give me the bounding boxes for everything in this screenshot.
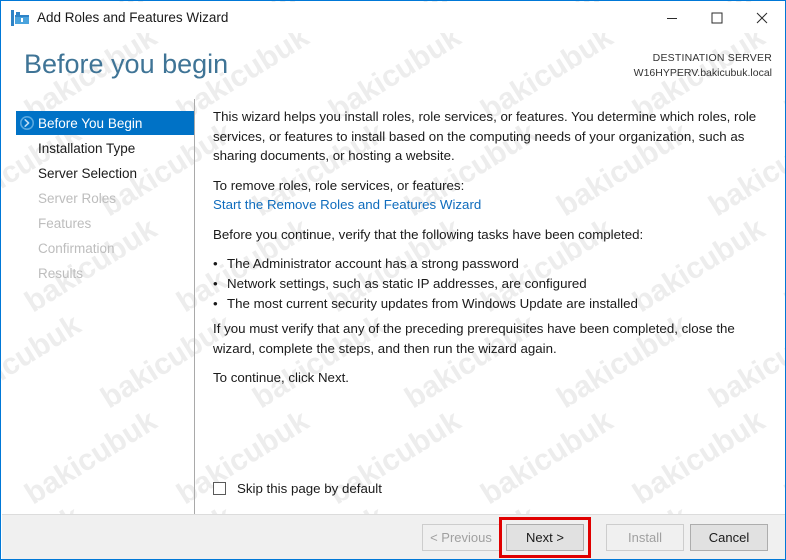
prerequisite-item: • Network settings, such as static IP add… — [213, 274, 768, 294]
verify-intro-paragraph: Before you continue, verify that the fol… — [213, 227, 644, 242]
maximize-icon — [711, 12, 722, 24]
sidebar-item-installation-type[interactable]: Installation Type — [16, 136, 194, 160]
sidebar-item-label: Confirmation — [38, 240, 115, 256]
prereq-paragraph: If you must verify that any of the prece… — [213, 321, 735, 356]
sidebar-item-label: Results — [38, 265, 84, 281]
wizard-content: This wizard helps you install roles, rol… — [195, 99, 785, 514]
bullet-icon: • — [213, 296, 218, 311]
sidebar-item-confirmation: Confirmation — [16, 236, 194, 260]
destination-server-label: DESTINATION SERVER — [652, 52, 772, 64]
prerequisite-item: • The most current security updates from … — [213, 294, 768, 314]
skip-page-row[interactable]: Skip this page by default — [213, 481, 382, 496]
window-title: Add Roles and Features Wizard — [37, 10, 229, 25]
wizard-body: Before You Begin Installation Type Server … — [2, 99, 785, 514]
sidebar-item-label: Before You Begin — [38, 115, 143, 131]
wizard-footer: < Previous Next > Install Cancel — [2, 514, 785, 559]
bullet-icon: • — [213, 256, 218, 271]
sidebar-item-label: Server Roles — [38, 190, 117, 206]
page-header: Before you begin DESTINATION SERVER W16H… — [2, 33, 785, 99]
page-title: Before you begin — [24, 49, 229, 79]
title-bar[interactable]: Add Roles and Features Wizard — [2, 2, 785, 33]
sidebar-item-label: Server Selection — [38, 165, 138, 181]
roles-features-wizard-icon — [11, 9, 30, 27]
destination-server-block: DESTINATION SERVER W16HYPERV.bakicubuk.l… — [634, 51, 772, 80]
cancel-button[interactable]: Cancel — [690, 524, 768, 551]
prerequisite-text: The most current security updates from W… — [227, 296, 638, 311]
remove-roles-wizard-link[interactable]: Start the Remove Roles and Features Wiza… — [213, 197, 481, 212]
wizard-step-nav: Before You Begin Installation Type Server … — [2, 99, 194, 514]
prerequisite-item: • The Administrator account has a strong … — [213, 254, 768, 274]
skip-page-checkbox[interactable] — [213, 482, 226, 495]
previous-button[interactable]: < Previous — [422, 524, 500, 551]
sidebar-item-label: Features — [38, 215, 92, 231]
bullet-icon: • — [213, 276, 218, 291]
sidebar-item-label: Installation Type — [38, 140, 136, 156]
prerequisite-text: The Administrator account has a strong p… — [227, 256, 519, 271]
prerequisite-list: • The Administrator account has a strong … — [213, 254, 768, 314]
sidebar-item-features: Features — [16, 211, 194, 235]
sidebar-item-server-selection[interactable]: Server Selection — [16, 161, 194, 185]
prerequisite-text: Network settings, such as static IP addr… — [227, 276, 587, 291]
intro-paragraph: This wizard helps you install roles, rol… — [213, 109, 757, 163]
close-icon — [756, 12, 767, 24]
minimize-button[interactable] — [649, 3, 694, 33]
close-button[interactable] — [739, 3, 784, 33]
install-button[interactable]: Install — [606, 524, 684, 551]
next-button[interactable]: Next > — [506, 524, 584, 551]
wizard-window: bakicubuk bakicubuk bakicubuk bakicubuk baki… — [0, 0, 786, 560]
minimize-icon — [666, 18, 677, 19]
sidebar-item-server-roles: Server Roles — [16, 186, 194, 210]
sidebar-item-results: Results — [16, 261, 194, 285]
maximize-button[interactable] — [694, 3, 739, 33]
sidebar-item-before-you-begin[interactable]: Before You Begin — [16, 111, 194, 135]
remove-intro-paragraph: To remove roles, role services, or featu… — [213, 178, 465, 193]
current-step-arrow-icon — [20, 116, 34, 130]
destination-server-name: W16HYPERV.bakicubuk.local — [633, 67, 772, 79]
skip-page-label: Skip this page by default — [237, 481, 382, 496]
continue-paragraph: To continue, click Next. — [213, 370, 349, 385]
